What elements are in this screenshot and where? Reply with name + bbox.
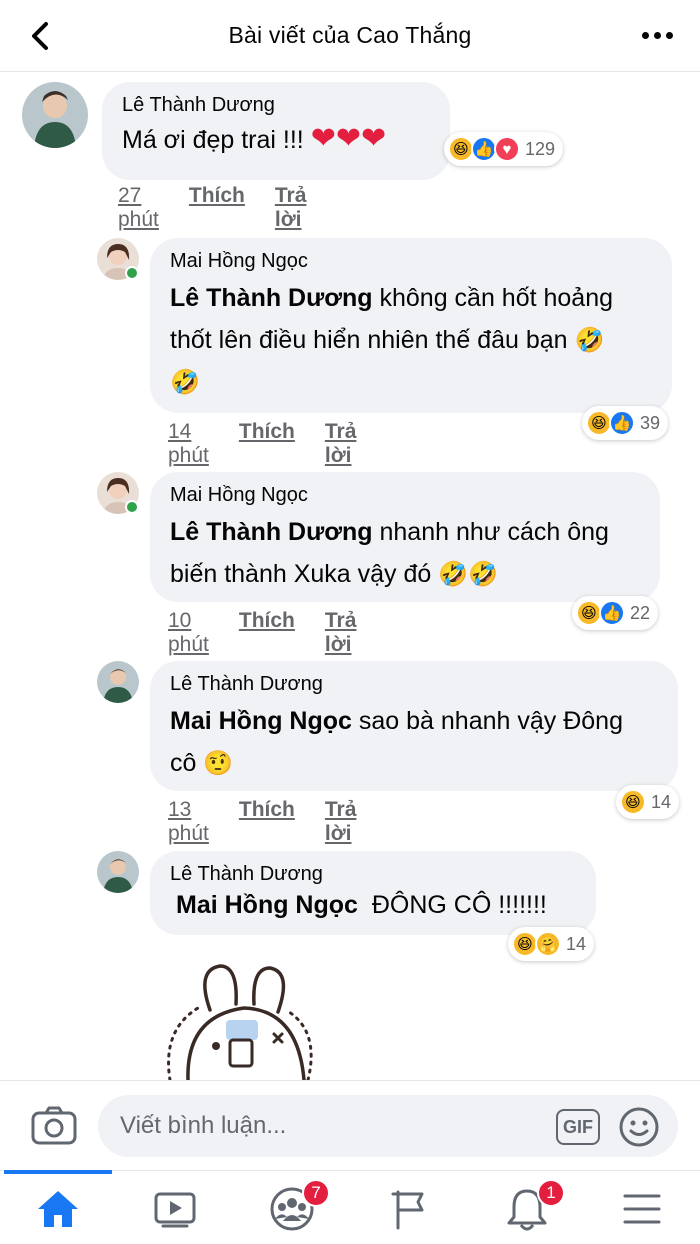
tab-watch[interactable]	[145, 1181, 205, 1237]
mention-link[interactable]: Mai Hồng Ngọc	[170, 707, 352, 735]
comment-time[interactable]: 14 phút	[168, 420, 209, 468]
mention-link[interactable]: Lê Thành Dương	[170, 518, 373, 546]
reply-button[interactable]: Trả lời	[325, 420, 357, 468]
reaction-summary[interactable]: 😆 👍 ♥ 129	[444, 132, 564, 166]
reaction-count: 129	[525, 138, 556, 159]
sticker-image[interactable]	[158, 960, 328, 1082]
comment-body: biến thành Xuka vậy đó	[170, 560, 432, 588]
camera-button[interactable]	[30, 1105, 78, 1147]
comment-bubble: Mai Hồng Ngọc Lê Thành Dương nhanh như c…	[150, 472, 660, 602]
comment-text: Mai Hồng Ngọc ĐÔNG CÔ !!!!!!!	[170, 890, 578, 920]
comment-time[interactable]: 27 phút	[118, 184, 159, 232]
rofl-emoji: 🤣🤣	[438, 560, 499, 588]
comment-time[interactable]: 10 phút	[168, 609, 209, 657]
video-icon	[154, 1192, 196, 1228]
rofl-emoji: 🤣	[170, 368, 200, 396]
top-bar: Bài viết của Cao Thắng	[0, 0, 700, 72]
home-icon	[38, 1191, 78, 1227]
comment-actions: 27 phút Thích Trả lời	[118, 184, 306, 232]
comment-author[interactable]: Mai Hồng Ngọc	[170, 250, 654, 273]
like-reaction-icon: 👍	[609, 410, 635, 436]
haha-reaction-icon: 😆	[620, 789, 646, 815]
reaction-summary[interactable]: 😆 👍 22	[572, 596, 659, 630]
heart-emoji: ❤❤❤	[310, 121, 387, 156]
comment-time[interactable]: 13 phút	[168, 798, 209, 846]
comment-body: thốt lên điều hiển nhiên thế đâu bạn	[170, 326, 568, 354]
dot-icon	[642, 31, 649, 39]
reply-button[interactable]: Trả lời	[275, 184, 307, 232]
comment-author[interactable]: Lê Thành Dương	[170, 673, 660, 696]
reaction-count: 39	[640, 412, 661, 433]
notification-badge: 7	[302, 1179, 330, 1207]
comment-text: Má ơi đẹp trai !!! ❤❤❤	[122, 121, 432, 158]
avatar[interactable]	[97, 661, 139, 703]
bottom-navigation: 7 1	[0, 1170, 700, 1244]
dot-icon	[666, 31, 673, 39]
reply-button[interactable]: Trả lời	[325, 609, 357, 657]
dot-icon	[654, 31, 661, 39]
comment-bubble: Lê Thành Dương Má ơi đẹp trai !!! ❤❤❤	[102, 82, 450, 180]
mention-link[interactable]: Lê Thành Dương	[170, 284, 373, 312]
comment-bubble: Lê Thành Dương Mai Hồng Ngọc sao bà nhan…	[150, 661, 678, 791]
online-status-indicator	[125, 266, 139, 280]
care-reaction-icon: 🤗	[535, 931, 561, 957]
like-button[interactable]: Thích	[239, 420, 295, 468]
flag-icon	[391, 1190, 424, 1230]
love-reaction-icon: ♥	[494, 136, 520, 162]
more-options-button[interactable]	[642, 24, 676, 46]
comment-body: ĐÔNG CÔ !!!!!!!	[371, 891, 547, 919]
tab-pages[interactable]	[380, 1181, 440, 1237]
smiley-icon	[619, 1107, 659, 1147]
comment-actions: 13 phút Thích Trả lời	[168, 798, 356, 846]
like-reaction-icon: 👍	[599, 600, 625, 626]
reaction-count: 14	[566, 933, 587, 954]
comment-text: Lê Thành Dương không cần hốt hoảng thốt …	[170, 277, 654, 403]
comment-body: nhanh như cách ông	[379, 518, 609, 546]
like-button[interactable]: Thích	[189, 184, 245, 232]
reaction-summary[interactable]: 😆 👍 39	[582, 406, 669, 440]
avatar[interactable]	[22, 82, 88, 148]
comment-actions: 10 phút Thích Trả lời	[168, 609, 356, 657]
tab-groups[interactable]: 7	[262, 1179, 330, 1237]
mention-link[interactable]: Mai Hồng Ngọc	[176, 891, 358, 919]
reaction-summary[interactable]: 😆 14	[616, 785, 680, 819]
comment-body: cô	[170, 749, 197, 777]
back-button[interactable]	[22, 18, 58, 54]
tab-notifications[interactable]: 1	[497, 1179, 565, 1237]
comment-body: Má ơi đẹp trai !!!	[122, 126, 304, 154]
rofl-emoji: 🤣	[574, 326, 605, 354]
emoji-button[interactable]	[618, 1106, 660, 1148]
chevron-left-icon	[32, 22, 48, 50]
like-button[interactable]: Thích	[239, 609, 295, 657]
comment-author[interactable]: Lê Thành Dương	[122, 94, 432, 117]
avatar[interactable]	[97, 851, 139, 893]
comment-bubble: Mai Hồng Ngọc Lê Thành Dương không cần h…	[150, 238, 672, 413]
comment-actions: 14 phút Thích Trả lời	[168, 420, 356, 468]
online-status-indicator	[125, 500, 139, 514]
comment-body: sao bà nhanh vậy Đông	[358, 707, 623, 735]
comment-bubble: Lê Thành Dương Mai Hồng Ngọc ĐÔNG CÔ !!!…	[150, 851, 596, 935]
camera-icon	[31, 1106, 77, 1145]
hamburger-menu-icon	[623, 1194, 661, 1224]
page-title: Bài viết của Cao Thắng	[228, 22, 472, 48]
tab-menu[interactable]	[612, 1181, 672, 1237]
comment-text: Mai Hồng Ngọc sao bà nhanh vậy Đông cô 🤨	[170, 700, 660, 784]
reaction-count: 14	[651, 791, 672, 812]
like-button[interactable]: Thích	[239, 798, 295, 846]
reply-button[interactable]: Trả lời	[325, 798, 357, 846]
tab-home[interactable]	[28, 1181, 88, 1237]
comment-composer: Viết bình luận... GIF	[0, 1080, 700, 1170]
comment-author[interactable]: Lê Thành Dương	[170, 863, 578, 886]
comment-author[interactable]: Mai Hồng Ngọc	[170, 484, 642, 507]
reaction-summary[interactable]: 😆 🤗 14	[508, 927, 595, 961]
reaction-count: 22	[630, 602, 651, 623]
gif-button[interactable]: GIF	[556, 1109, 600, 1145]
comment-body: không cần hốt hoảng	[379, 284, 614, 312]
notification-badge: 1	[537, 1179, 565, 1207]
raised-eyebrow-emoji: 🤨	[203, 749, 234, 777]
active-tab-indicator	[4, 1170, 112, 1174]
comment-text: Lê Thành Dương nhanh như cách ông biến t…	[170, 511, 642, 595]
